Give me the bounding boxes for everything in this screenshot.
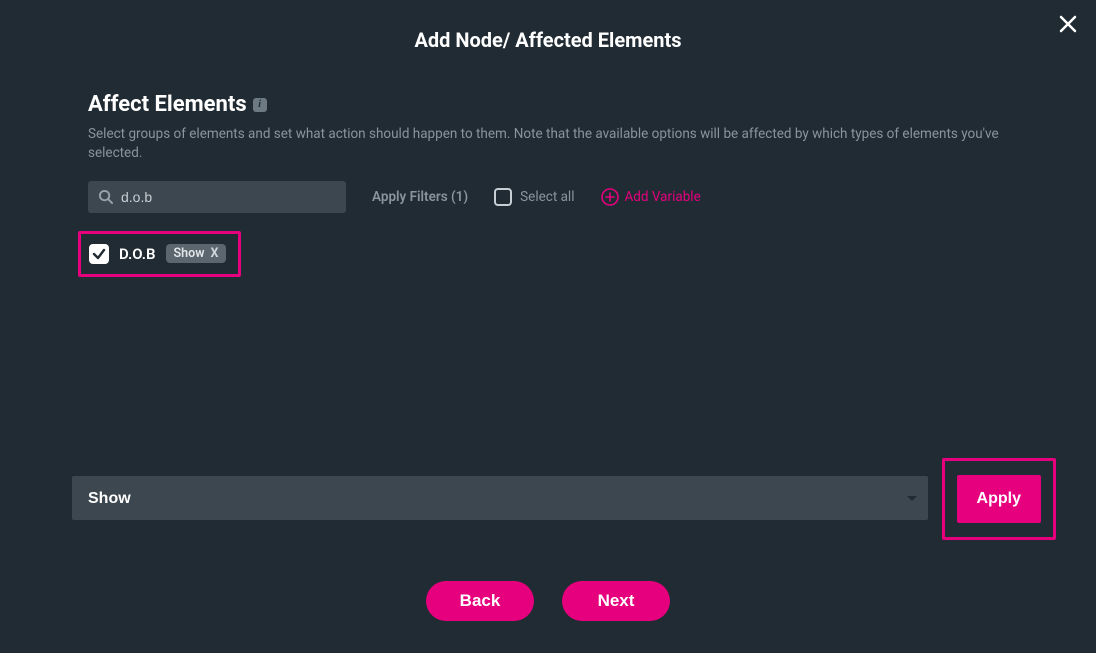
select-all-toggle[interactable]: Select all [494, 188, 574, 206]
close-icon [1058, 14, 1078, 34]
apply-button[interactable]: Apply [957, 475, 1041, 523]
checkbox-unchecked-icon [494, 188, 512, 206]
action-select[interactable]: Show [72, 476, 928, 520]
result-label: D.O.B [119, 245, 156, 263]
section-description: Select groups of elements and set what a… [88, 125, 1008, 163]
nav-buttons: Back Next [0, 581, 1096, 621]
next-button[interactable]: Next [562, 581, 670, 621]
action-bar: Show Apply [72, 476, 1056, 522]
tag-remove-button[interactable]: X [210, 246, 218, 261]
results-list: D.O.B Show X [88, 231, 1008, 277]
affect-elements-section: Affect Elements i Select groups of eleme… [0, 92, 1096, 277]
info-icon[interactable]: i [253, 98, 267, 112]
close-button[interactable] [1058, 14, 1078, 38]
plus-circle-icon [601, 188, 619, 206]
back-button[interactable]: Back [426, 581, 534, 621]
apply-highlight: Apply [942, 458, 1056, 540]
filter-toolbar: Apply Filters (1) Select all Add Variabl… [88, 181, 1008, 213]
search-box[interactable] [88, 181, 346, 213]
tag-label: Show [174, 246, 205, 261]
section-title: Affect Elements [88, 92, 247, 117]
select-all-label: Select all [520, 189, 574, 205]
search-icon [98, 189, 113, 204]
section-header: Affect Elements i [88, 92, 1008, 117]
search-input[interactable] [121, 189, 336, 205]
result-item-dob[interactable]: D.O.B Show X [78, 231, 241, 277]
checkbox-checked-icon[interactable] [89, 244, 109, 264]
add-variable-button[interactable]: Add Variable [601, 188, 701, 206]
add-variable-label: Add Variable [625, 189, 701, 205]
result-tag: Show X [166, 244, 227, 263]
apply-filters-button[interactable]: Apply Filters (1) [372, 189, 468, 205]
modal-title: Add Node/ Affected Elements [0, 0, 1096, 52]
